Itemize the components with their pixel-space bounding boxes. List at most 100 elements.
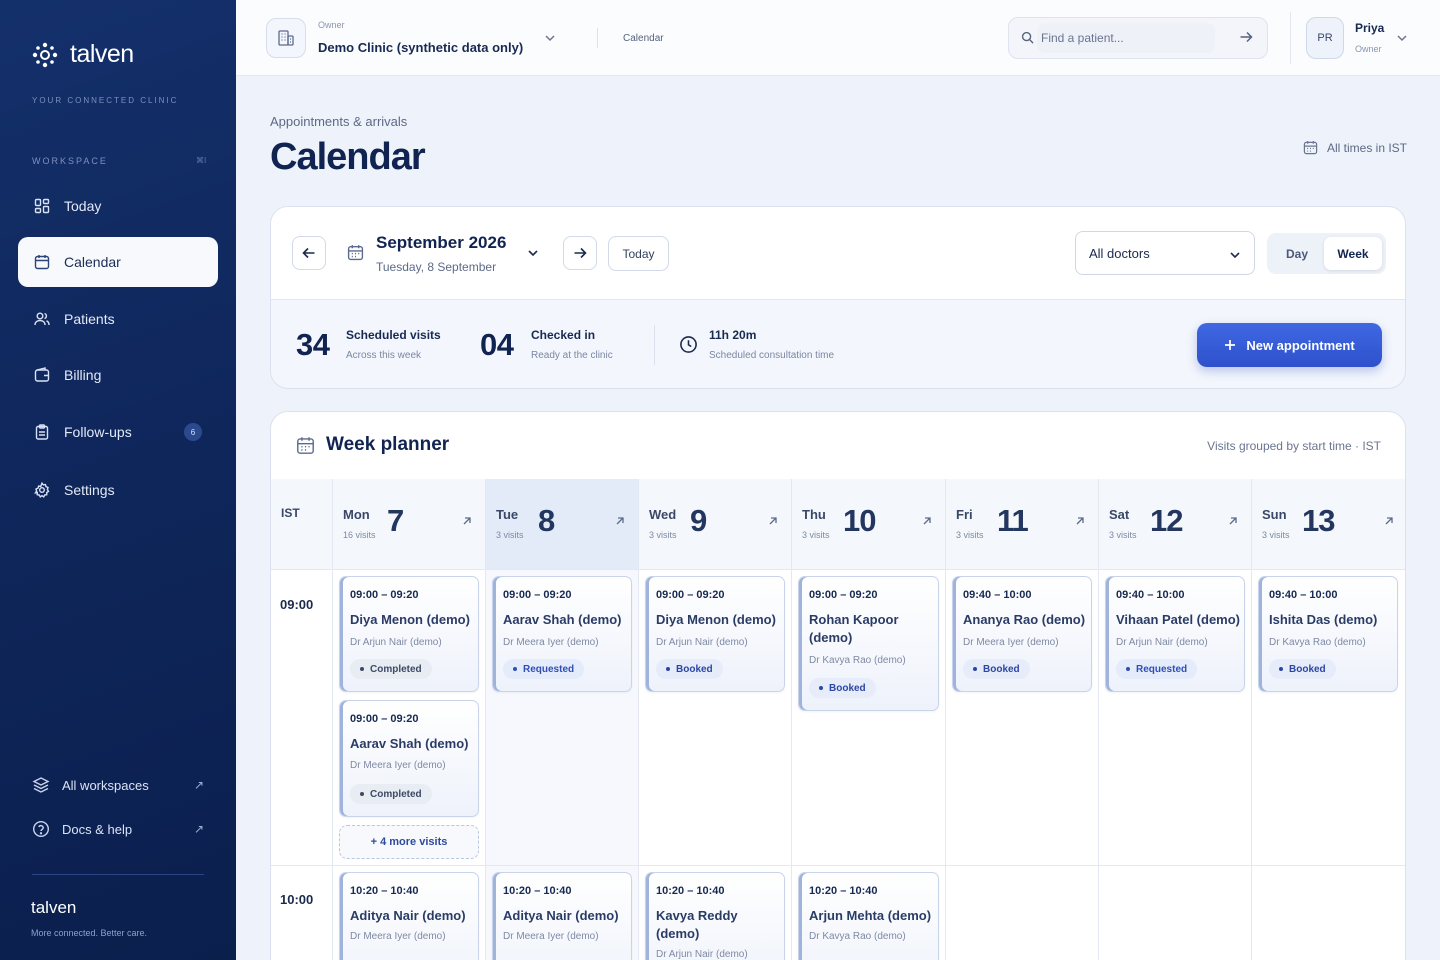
appointment-card[interactable]: 09:40 – 10:00 Ananya Rao (demo) Dr Meera… xyxy=(952,576,1092,692)
appointment-doctor: Dr Kavya Rao (demo) xyxy=(809,931,906,942)
layers-icon xyxy=(32,777,50,793)
sidebar-item-follow-ups[interactable]: Follow-ups 6 xyxy=(18,407,218,457)
day-header-mon[interactable]: Mon 7 16 visits xyxy=(333,479,486,570)
next-week-button[interactable] xyxy=(563,236,597,270)
all-workspaces-label: All workspaces xyxy=(62,777,149,793)
appointment-doctor: Dr Kavya Rao (demo) xyxy=(1269,637,1366,648)
chevron-down-icon[interactable] xyxy=(527,247,539,259)
chevron-down-icon[interactable] xyxy=(1396,32,1408,44)
doctor-filter-select[interactable]: All doctors xyxy=(1075,231,1255,275)
day-header-thu[interactable]: Thu 10 3 visits xyxy=(792,479,946,570)
checked-in-count: 04 xyxy=(480,327,514,362)
open-day-arrow-icon[interactable] xyxy=(768,516,778,526)
footer-brand: talven xyxy=(31,898,77,917)
new-appointment-button[interactable]: New appointment xyxy=(1197,323,1382,367)
day-name: Wed xyxy=(649,507,677,522)
more-visits-button[interactable]: + 4 more visits xyxy=(339,825,479,859)
open-day-arrow-icon[interactable] xyxy=(1075,516,1085,526)
user-name[interactable]: Priya xyxy=(1355,21,1384,35)
appointment-card[interactable]: 10:20 – 10:40 Arjun Mehta (demo) Dr Kavy… xyxy=(798,872,939,960)
open-day-arrow-icon[interactable] xyxy=(462,516,472,526)
timezone-note: All times in IST xyxy=(1303,140,1407,155)
grid-icon xyxy=(34,198,50,214)
previous-week-button[interactable] xyxy=(292,236,326,270)
clinic-switcher-icon-button[interactable] xyxy=(266,18,306,58)
calendar-icon xyxy=(297,437,314,454)
appointment-time: 10:20 – 10:40 xyxy=(809,885,878,897)
top-bar: Owner Demo Clinic (synthetic data only) … xyxy=(236,0,1440,76)
day-header-wed[interactable]: Wed 9 3 visits xyxy=(639,479,792,570)
docs-help-link[interactable]: Docs & help ↗ xyxy=(32,820,204,838)
sidebar-item-patients[interactable]: Patients xyxy=(18,294,218,344)
timezone-note-text: All times in IST xyxy=(1327,140,1408,155)
sidebar-item-label: Today xyxy=(64,198,102,214)
appointment-card[interactable]: 09:00 – 09:20 Aarav Shah (demo) Dr Meera… xyxy=(339,700,479,817)
appointment-card[interactable]: 10:20 – 10:40 Kavya Reddy (demo) Dr Arju… xyxy=(645,872,785,960)
help-icon xyxy=(32,820,50,838)
day-name: Mon xyxy=(343,507,370,522)
day-header-fri[interactable]: Fri 11 3 visits xyxy=(946,479,1099,570)
week-planner: Week planner Visits grouped by start tim… xyxy=(270,411,1406,960)
day-view-button[interactable]: Day xyxy=(1271,237,1323,270)
search-input[interactable] xyxy=(1037,23,1215,53)
status-badge: Completed xyxy=(350,659,432,679)
open-day-arrow-icon[interactable] xyxy=(1228,516,1238,526)
sidebar-item-label: Calendar xyxy=(64,254,121,270)
day-number: 8 xyxy=(538,503,555,538)
sidebar-item-billing[interactable]: Billing xyxy=(18,350,218,400)
consultation-time-label: Scheduled consultation time xyxy=(709,350,835,361)
clinic-owner-label: Owner xyxy=(318,20,345,30)
appointment-card[interactable]: 09:00 – 09:20 Diya Menon (demo) Dr Arjun… xyxy=(339,576,479,692)
hour-divider xyxy=(271,865,1405,866)
day-name: Sun xyxy=(1262,507,1287,522)
all-workspaces-link[interactable]: All workspaces ↗ xyxy=(32,776,204,794)
consultation-time-value: 11h 20m xyxy=(709,328,757,342)
sidebar-item-label: Settings xyxy=(64,482,115,498)
appointment-card[interactable]: 09:40 – 10:00 Ishita Das (demo) Dr Kavya… xyxy=(1258,576,1398,692)
appointment-card[interactable]: 10:20 – 10:40 Aditya Nair (demo) Dr Meer… xyxy=(492,872,632,960)
workspace-label: WORKSPACE xyxy=(32,156,108,166)
day-header-sat[interactable]: Sat 12 3 visits xyxy=(1099,479,1252,570)
status-badge: Completed xyxy=(350,784,432,804)
status-badge: Requested xyxy=(503,659,585,679)
day-visit-count: 3 visits xyxy=(1262,530,1290,540)
appointment-doctor: Dr Meera Iyer (demo) xyxy=(503,637,599,648)
day-header-sun[interactable]: Sun 13 3 visits xyxy=(1252,479,1405,570)
appointment-patient: Aarav Shah (demo) xyxy=(503,612,622,627)
open-day-arrow-icon[interactable] xyxy=(1384,516,1394,526)
clinic-name[interactable]: Demo Clinic (synthetic data only) xyxy=(318,40,523,55)
page-title: Calendar xyxy=(270,136,426,178)
appointment-patient: Diya Menon (demo) xyxy=(656,612,776,627)
arrow-right-icon[interactable] xyxy=(1239,30,1253,44)
appointment-card[interactable]: 09:00 – 09:20 Aarav Shah (demo) Dr Meera… xyxy=(492,576,632,692)
appointment-patient: Arjun Mehta (demo) xyxy=(809,908,932,923)
scheduled-visits-count: 34 xyxy=(296,327,330,362)
open-day-arrow-icon[interactable] xyxy=(615,516,625,526)
status-badge: Requested xyxy=(1116,659,1198,679)
sidebar-item-today[interactable]: Today xyxy=(18,181,218,231)
sidebar-item-settings[interactable]: Settings xyxy=(18,465,218,515)
appointment-card[interactable]: 10:20 – 10:40 Aditya Nair (demo) Dr Meer… xyxy=(339,872,479,960)
appointment-card[interactable]: 09:40 – 10:00 Vihaan Patel (demo) Dr Arj… xyxy=(1105,576,1245,692)
avatar[interactable]: PR xyxy=(1306,17,1344,59)
week-view-button[interactable]: Week xyxy=(1324,237,1382,270)
scheduled-visits-label: Scheduled visits xyxy=(346,328,441,342)
day-header-tue[interactable]: Tue 8 3 visits xyxy=(486,479,639,570)
day-visit-count: 3 visits xyxy=(802,530,830,540)
brand-logo[interactable]: talven xyxy=(32,40,134,69)
appointment-card[interactable]: 09:00 – 09:20 Rohan Kapoor (demo) Dr Kav… xyxy=(798,576,939,711)
day-name: Tue xyxy=(496,507,519,522)
sidebar-item-calendar[interactable]: Calendar xyxy=(18,237,218,287)
day-name: Fri xyxy=(956,507,973,522)
brand-name: talven xyxy=(70,40,134,68)
chevron-down-icon xyxy=(1230,252,1240,259)
today-button[interactable]: Today xyxy=(608,236,669,271)
building-icon xyxy=(278,30,294,46)
calendar-controls-card: September 2026 Tuesday, 8 September Toda… xyxy=(270,206,1406,389)
chevron-down-icon[interactable] xyxy=(544,32,556,44)
open-day-arrow-icon[interactable] xyxy=(922,516,932,526)
appointment-card[interactable]: 09:00 – 09:20 Diya Menon (demo) Dr Arjun… xyxy=(645,576,785,692)
selected-date: Tuesday, 8 September xyxy=(376,260,497,274)
day-visit-count: 3 visits xyxy=(1109,530,1137,540)
current-month[interactable]: September 2026 xyxy=(376,233,506,253)
